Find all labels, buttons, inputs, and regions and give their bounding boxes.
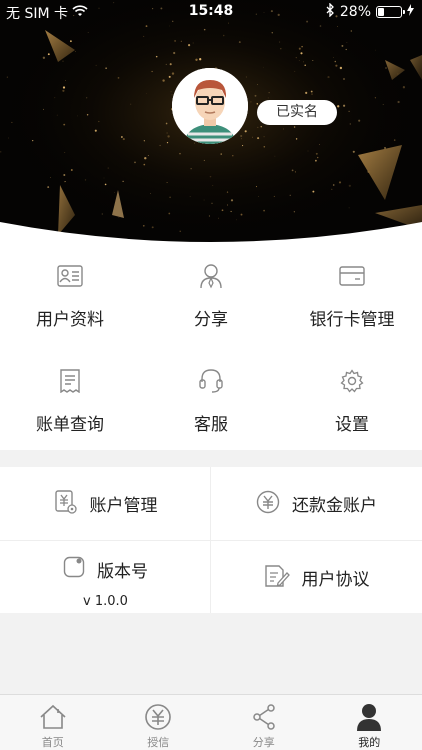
home-icon xyxy=(38,702,68,732)
grid-item-bill-query[interactable]: 账单查询 xyxy=(0,355,140,455)
battery-percent: 28% xyxy=(339,4,371,20)
avatar[interactable] xyxy=(172,68,248,144)
screen: 无 SIM 卡 15:48 28% 已实名 用户资料 分享 银行卡管理 账单查询… xyxy=(0,0,422,750)
bank-card-icon xyxy=(337,261,367,291)
grid-item-label: 银行卡管理 xyxy=(309,310,395,330)
id-card-icon xyxy=(55,261,85,291)
battery-icon xyxy=(376,6,405,18)
charging-icon xyxy=(407,4,414,20)
tab-bar: 首页 授信 分享 我的 xyxy=(0,694,422,750)
horizontal-divider xyxy=(0,540,422,541)
bluetooth-icon xyxy=(326,2,335,21)
grid-item-label: 客服 xyxy=(194,415,228,435)
account-menu: 账户管理 还款金账户 版本号 v 1.0.0 用户协议 xyxy=(0,467,422,613)
yen-document-icon xyxy=(54,489,78,519)
yen-circle-icon xyxy=(256,490,280,518)
user-silhouette-icon xyxy=(354,702,384,732)
grid-item-share[interactable]: 分享 xyxy=(141,250,281,350)
feature-grid: 用户资料 分享 银行卡管理 账单查询 客服 设置 xyxy=(0,250,422,450)
grid-item-bank-card[interactable]: 银行卡管理 xyxy=(282,250,422,350)
grid-item-customer-service[interactable]: 客服 xyxy=(141,355,281,455)
yen-circle-icon xyxy=(143,702,173,732)
status-bar: 无 SIM 卡 15:48 28% xyxy=(0,0,422,24)
rounded-square-icon xyxy=(63,556,85,582)
version-number: v 1.0.0 xyxy=(83,594,128,609)
status-right: 28% xyxy=(326,2,414,21)
grid-item-label: 设置 xyxy=(335,415,369,435)
tab-label: 首页 xyxy=(41,736,64,749)
share-icon xyxy=(249,702,279,732)
receipt-icon xyxy=(55,366,85,396)
gear-icon xyxy=(337,366,367,396)
tab-label: 分享 xyxy=(252,736,275,749)
document-pen-icon xyxy=(264,564,290,592)
grid-item-label: 分享 xyxy=(194,310,228,330)
tab-share[interactable]: 分享 xyxy=(211,695,317,750)
version-item[interactable]: 版本号 xyxy=(0,541,211,597)
tab-credit[interactable]: 授信 xyxy=(106,695,212,750)
headset-icon xyxy=(196,366,226,396)
tab-home[interactable]: 首页 xyxy=(0,695,106,750)
user-agreement-item[interactable]: 用户协议 xyxy=(211,541,422,614)
repayment-account-item[interactable]: 还款金账户 xyxy=(211,467,422,540)
tab-mine[interactable]: 我的 xyxy=(317,695,422,750)
grid-item-user-profile[interactable]: 用户资料 xyxy=(0,250,140,350)
tab-label: 授信 xyxy=(147,736,170,749)
tab-label: 我的 xyxy=(358,736,381,749)
repayment-account-label: 还款金账户 xyxy=(292,496,377,516)
account-management-item[interactable]: 账户管理 xyxy=(0,467,211,540)
person-icon xyxy=(196,261,226,291)
version-label: 版本号 xyxy=(97,561,148,582)
grid-item-label: 账单查询 xyxy=(36,415,104,435)
account-management-label: 账户管理 xyxy=(89,496,158,516)
verified-badge: 已实名 xyxy=(257,100,337,125)
grid-item-settings[interactable]: 设置 xyxy=(282,355,422,455)
profile-header: 无 SIM 卡 15:48 28% 已实名 xyxy=(0,0,422,250)
grid-item-label: 用户资料 xyxy=(36,310,104,330)
user-agreement-label: 用户协议 xyxy=(301,570,370,590)
